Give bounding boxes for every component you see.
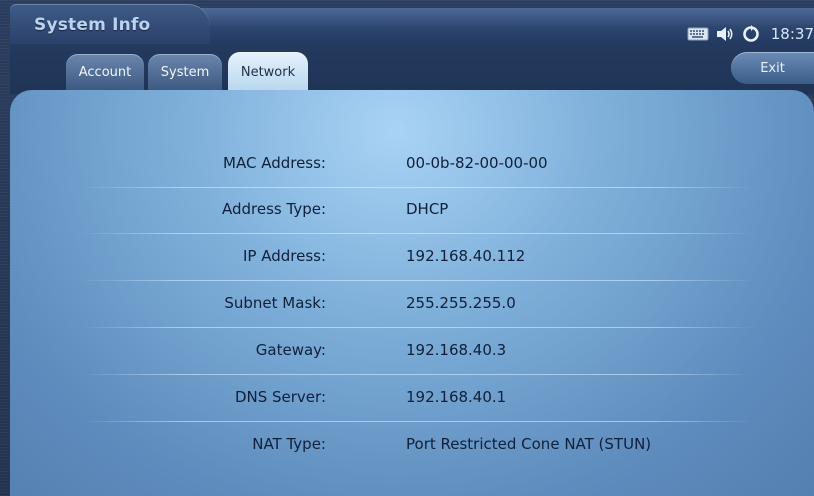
status-area: 18:37 bbox=[687, 22, 814, 46]
divider bbox=[80, 374, 754, 375]
exit-label: Exit bbox=[760, 60, 785, 76]
field-label: MAC Address: bbox=[223, 154, 326, 172]
tab-network[interactable]: Network bbox=[228, 52, 308, 92]
field-label: DNS Server: bbox=[234, 388, 326, 406]
divider bbox=[80, 421, 754, 422]
exit-button[interactable]: Exit bbox=[731, 52, 814, 84]
tab-label: Account bbox=[78, 64, 132, 80]
divider bbox=[80, 280, 754, 281]
field-value: 192.168.40.112 bbox=[406, 247, 526, 265]
field-label: Subnet Mask: bbox=[224, 294, 326, 312]
field-label: IP Address: bbox=[242, 247, 326, 265]
field-label: Address Type: bbox=[221, 200, 326, 218]
keyboard-icon[interactable] bbox=[687, 26, 709, 42]
tab-system[interactable]: System bbox=[148, 54, 222, 90]
info-row-mac: MAC Address: 00-0b-82-00-00-00 bbox=[80, 142, 754, 188]
title-tab: System Info bbox=[10, 4, 210, 44]
field-value: 255.255.255.0 bbox=[406, 294, 516, 312]
tab-account[interactable]: Account bbox=[66, 54, 144, 90]
clock: 18:37 bbox=[770, 25, 814, 43]
speaker-icon[interactable] bbox=[715, 25, 735, 43]
divider bbox=[80, 327, 754, 328]
field-label: Gateway: bbox=[255, 341, 326, 359]
info-row-nat: NAT Type: Port Restricted Cone NAT (STUN… bbox=[80, 423, 754, 469]
field-value: Port Restricted Cone NAT (STUN) bbox=[406, 435, 652, 453]
tab-label: System bbox=[160, 64, 210, 80]
divider bbox=[80, 233, 754, 234]
info-row-dns: DNS Server: 192.168.40.1 bbox=[80, 376, 754, 422]
screen: 18:37 System Info Account System Network… bbox=[0, 0, 814, 496]
field-value: 192.168.40.1 bbox=[406, 388, 507, 406]
field-label: NAT Type: bbox=[252, 435, 326, 453]
info-row-ip: IP Address: 192.168.40.112 bbox=[80, 235, 754, 281]
sync-icon[interactable] bbox=[741, 24, 761, 44]
network-info-panel: MAC Address: 00-0b-82-00-00-00 Address T… bbox=[10, 90, 814, 496]
field-value: 00-0b-82-00-00-00 bbox=[406, 154, 548, 172]
field-value: DHCP bbox=[406, 200, 449, 218]
info-row-gateway: Gateway: 192.168.40.3 bbox=[80, 329, 754, 375]
tab-label: Network bbox=[240, 64, 296, 80]
field-value: 192.168.40.3 bbox=[406, 341, 507, 359]
info-row-address-type: Address Type: DHCP bbox=[80, 188, 754, 234]
page-title: System Info bbox=[34, 15, 151, 35]
info-row-subnet: Subnet Mask: 255.255.255.0 bbox=[80, 282, 754, 328]
